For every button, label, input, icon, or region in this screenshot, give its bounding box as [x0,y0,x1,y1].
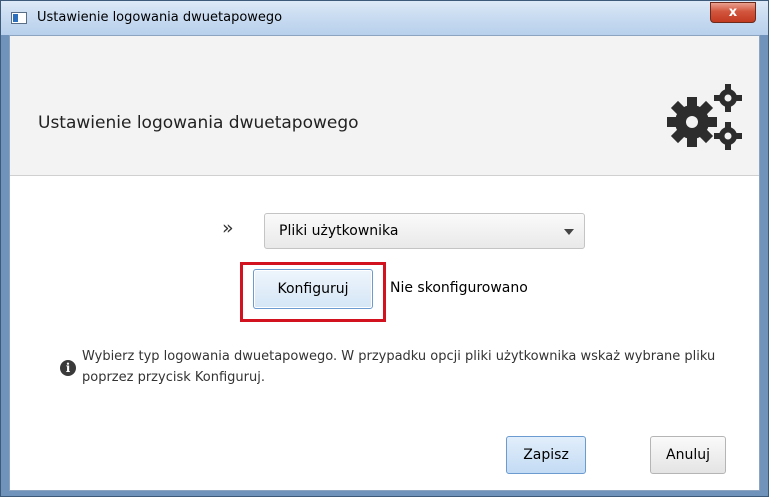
app-icon [11,12,27,24]
dialog-header: Ustawienie logowania dwuetapowego [10,36,759,176]
save-button[interactable]: Zapisz [506,436,586,474]
dialog-window: Ustawienie logowania dwuetapowego x Usta… [0,0,769,497]
close-icon: x [728,5,738,20]
close-button[interactable]: x [710,2,756,23]
info-text: Wybierz typ logowania dwuetapowego. W pr… [82,349,716,385]
login-type-select[interactable]: Pliki użytkownika [264,213,585,249]
title-bar[interactable]: Ustawienie logowania dwuetapowego x [1,1,768,35]
cancel-button[interactable]: Anuluj [650,436,726,474]
configuration-status: Nie skonfigurowano [390,280,528,296]
login-type-value: Pliki użytkownika [279,223,399,239]
dialog-content: Ustawienie logowania dwuetapowego » Plik… [9,35,760,491]
header-title: Ustawienie logowania dwuetapowego [38,113,359,133]
info-icon: i [60,360,76,376]
selector-chevron-icon: » [222,217,234,239]
gears-icon [667,84,742,150]
chevron-down-icon [564,229,574,235]
configure-button[interactable]: Konfiguruj [253,269,373,309]
window-title: Ustawienie logowania dwuetapowego [37,10,283,25]
